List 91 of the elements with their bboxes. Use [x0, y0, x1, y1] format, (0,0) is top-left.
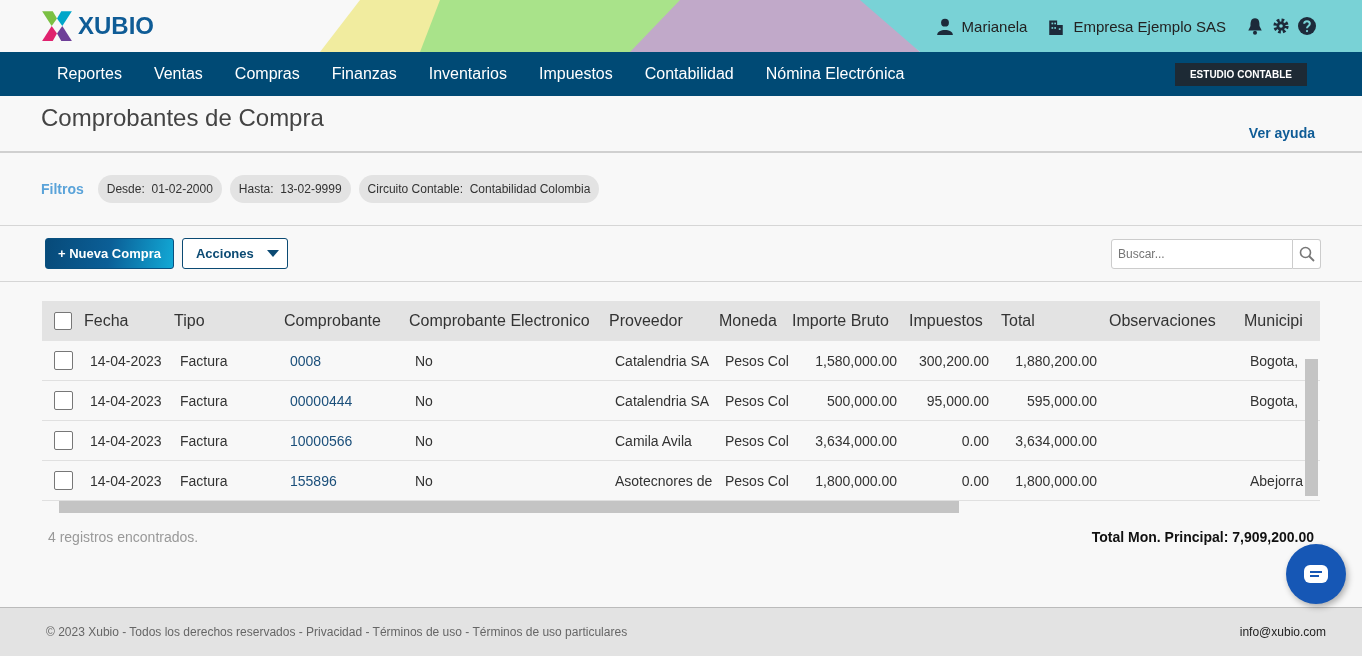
row-checkbox[interactable]: [54, 431, 73, 450]
brand-name: XUBIO: [78, 12, 154, 40]
table-cell: Pesos Col: [725, 352, 788, 369]
settings-icon[interactable]: [1272, 17, 1290, 35]
chat-icon: [1304, 565, 1328, 583]
caret-icon: [266, 250, 279, 257]
nav-item[interactable]: Contabilidad: [628, 65, 750, 83]
column-header[interactable]: Comprobante: [280, 301, 405, 341]
table-cell: 300,200.00: [918, 352, 989, 369]
voucher-link[interactable]: 0008: [290, 352, 322, 369]
new-purchase-button[interactable]: + Nueva Compra: [45, 238, 174, 269]
table-cell: Factura: [180, 392, 228, 409]
user-name[interactable]: Marianela: [961, 17, 1028, 35]
search-button[interactable]: [1293, 238, 1321, 269]
building-icon[interactable]: [1047, 17, 1066, 35]
search-field[interactable]: Buscar...: [1111, 238, 1293, 269]
user-icon[interactable]: [935, 17, 954, 35]
table-cell: 14-04-2023: [90, 472, 162, 489]
table-cell: Catalendria SA: [615, 352, 710, 369]
table-cell: 0.00: [961, 432, 989, 449]
filter-chip[interactable]: Circuito Contable: Contabilidad Colombia: [358, 175, 600, 203]
voucher-link[interactable]: 10000566: [290, 432, 353, 449]
nav-item[interactable]: Compras: [218, 65, 316, 83]
column-header[interactable]: Fecha: [80, 301, 170, 341]
table-cell: No: [415, 352, 433, 369]
nav-item[interactable]: Impuestos: [522, 65, 629, 83]
filter-chip[interactable]: Hasta: 13-02-9999: [229, 175, 351, 203]
nav-item[interactable]: Reportes: [41, 65, 138, 83]
column-header[interactable]: Observaciones: [1105, 301, 1240, 341]
nav-item[interactable]: Inventarios: [412, 65, 523, 83]
help-icon[interactable]: [1298, 17, 1316, 35]
vertical-scrollbar[interactable]: [1305, 359, 1318, 496]
table-cell: Camila Avila: [615, 432, 692, 449]
row-checkbox[interactable]: [54, 391, 73, 410]
search-icon: [1298, 245, 1315, 262]
filter-chip[interactable]: Desde: 01-02-2000: [97, 175, 222, 203]
company-name[interactable]: Empresa Ejemplo SAS: [1073, 17, 1226, 35]
footer-links[interactable]: © 2023 Xubio - Todos los derechos reservados - Privacidad - Términos de uso - Términos de uso particulares: [46, 625, 628, 639]
table-cell: Abejorra: [1250, 472, 1303, 489]
table-cell: Bogota,: [1250, 352, 1299, 369]
nav-item[interactable]: Ventas: [137, 65, 219, 83]
grand-total: Total Mon. Principal: 7,909,200.00: [1091, 529, 1314, 545]
table-cell: 500,000.00: [826, 392, 897, 409]
help-link[interactable]: Ver ayuda: [1248, 125, 1315, 141]
table-cell: 3,634,000.00: [815, 432, 897, 449]
table-cell: 95,000.00: [926, 392, 989, 409]
chat-button[interactable]: [1286, 544, 1346, 604]
table-cell: Pesos Col: [725, 472, 788, 489]
table-cell: 1,580,000.00: [815, 352, 897, 369]
column-header[interactable]: Municipi: [1240, 301, 1320, 341]
table-cell: Pesos Col: [725, 392, 788, 409]
column-header[interactable]: Proveedor: [605, 301, 715, 341]
row-checkbox[interactable]: [54, 471, 73, 490]
table-cell: 14-04-2023: [90, 432, 162, 449]
column-header[interactable]: Total: [997, 301, 1105, 341]
row-checkbox[interactable]: [54, 351, 73, 370]
actions-dropdown[interactable]: Acciones: [181, 238, 288, 269]
table-cell: Asotecnores de: [615, 472, 713, 489]
logo-icon: [40, 9, 74, 43]
table-cell: 0.00: [961, 472, 989, 489]
voucher-link[interactable]: 00000444: [290, 392, 353, 409]
table-cell: Factura: [180, 432, 228, 449]
table-cell: 1,800,000.00: [815, 472, 897, 489]
record-count: 4 registros encontrados.: [48, 529, 199, 545]
table-cell: No: [415, 432, 433, 449]
footer-email[interactable]: info@xubio.com: [1239, 625, 1326, 639]
table-cell: Factura: [180, 352, 228, 369]
page-title: Comprobantes de Compra: [41, 103, 324, 132]
nav-item[interactable]: Nómina Electrónica: [749, 65, 921, 83]
column-header[interactable]: Importe Bruto: [788, 301, 905, 341]
bell-icon[interactable]: [1246, 17, 1264, 35]
table-cell: 14-04-2023: [90, 352, 162, 369]
table-cell: Bogota,: [1250, 392, 1299, 409]
table-cell: 1,880,200.00: [1015, 352, 1097, 369]
column-header[interactable]: Comprobante Electronico: [405, 301, 605, 341]
nav-item[interactable]: Finanzas: [315, 65, 413, 83]
table-cell: 1,800,000.00: [1015, 472, 1097, 489]
table-cell: Catalendria SA: [615, 392, 710, 409]
table-cell: No: [415, 472, 433, 489]
table-cell: Factura: [180, 472, 228, 489]
column-header[interactable]: Impuestos: [905, 301, 997, 341]
studio-button[interactable]: ESTUDIO CONTABLE: [1174, 62, 1307, 86]
select-all-checkbox[interactable]: [54, 312, 72, 331]
voucher-link[interactable]: 155896: [290, 472, 337, 489]
table-cell: 595,000.00: [1026, 392, 1097, 409]
column-header[interactable]: Tipo: [170, 301, 280, 341]
column-header[interactable]: Moneda: [715, 301, 788, 341]
table-cell: Pesos Col: [725, 432, 788, 449]
table-cell: No: [415, 392, 433, 409]
table-cell: 14-04-2023: [90, 392, 162, 409]
table-cell: 3,634,000.00: [1015, 432, 1097, 449]
